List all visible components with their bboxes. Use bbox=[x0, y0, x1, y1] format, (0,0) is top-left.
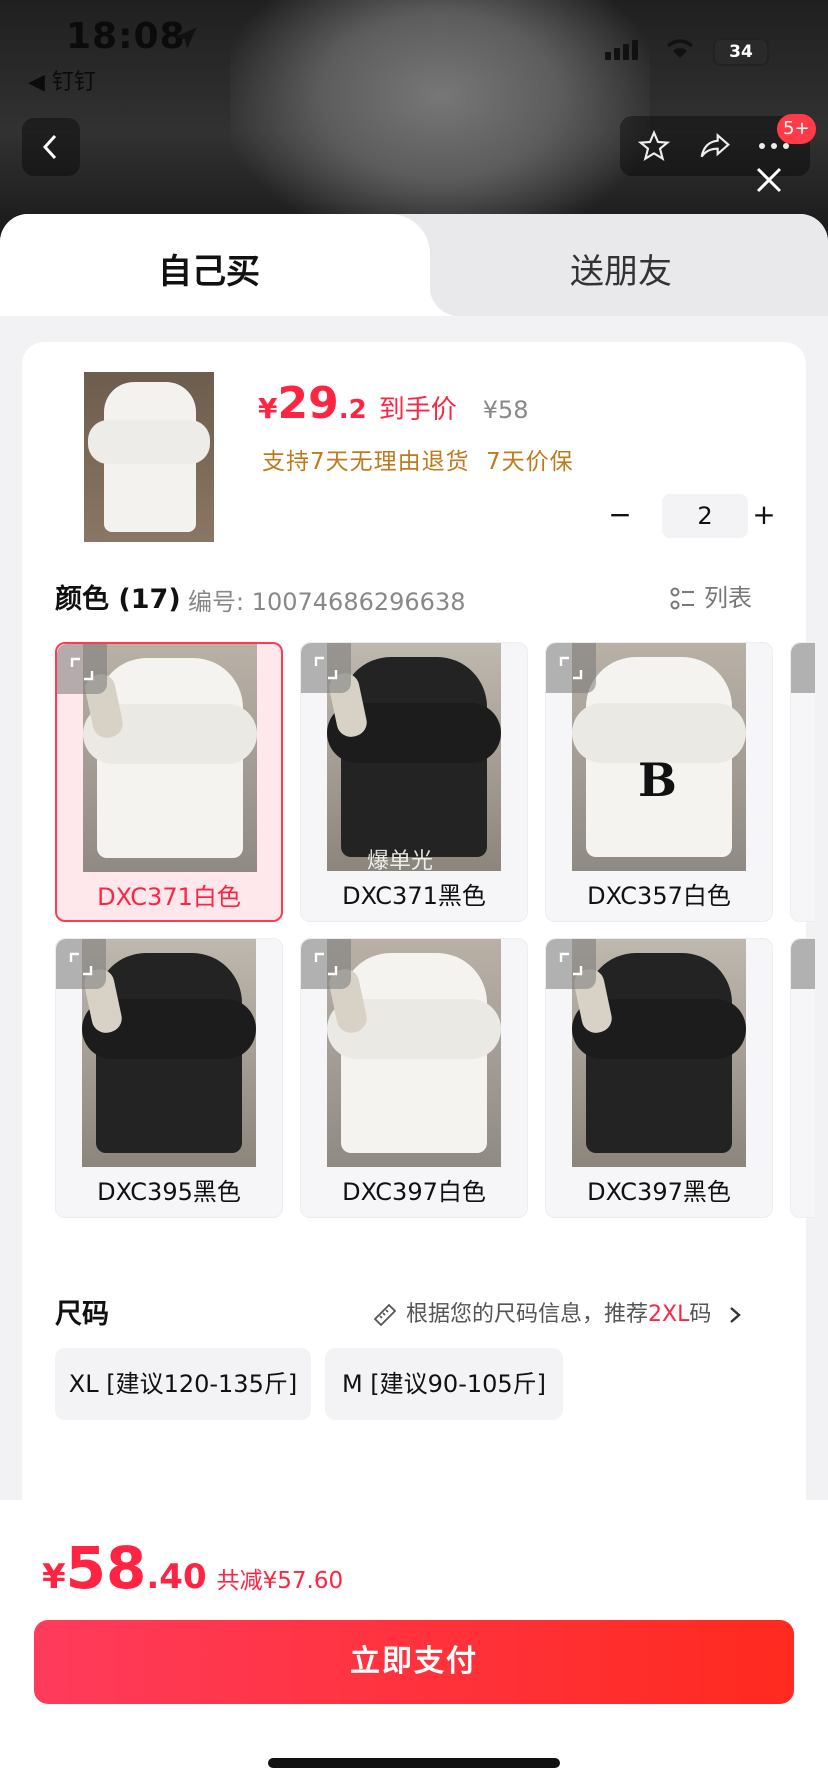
price-dec: .2 bbox=[338, 395, 367, 425]
color-option-partial[interactable] bbox=[790, 938, 815, 1218]
product-thumbnail[interactable] bbox=[84, 372, 214, 542]
color-option-label: DXC395黑色 bbox=[97, 1178, 241, 1206]
expand-icon[interactable] bbox=[546, 643, 596, 693]
expand-icon[interactable] bbox=[791, 939, 815, 989]
purchase-mode-tabs: 自己买 送朋友 bbox=[0, 214, 828, 316]
total-price: ¥58.40 共减¥57.60 bbox=[42, 1534, 343, 1602]
total-dec: .40 bbox=[146, 1557, 207, 1597]
home-indicator[interactable] bbox=[268, 1758, 560, 1768]
color-option-image: B bbox=[572, 643, 746, 871]
increase-button[interactable]: + bbox=[746, 496, 782, 536]
color-option-image bbox=[327, 643, 501, 871]
size-tip-prefix: 根据您的尺码信息，推荐 bbox=[406, 1302, 649, 1327]
service-promo: 支持7天无理由退货 7天价保 bbox=[262, 449, 574, 475]
color-option-dxc371-white[interactable]: DXC371白色 bbox=[55, 642, 283, 922]
close-icon[interactable] bbox=[752, 163, 786, 197]
back-button[interactable] bbox=[22, 118, 80, 176]
battery-indicator: 34 bbox=[713, 38, 769, 66]
message-count-badge: 5+ bbox=[777, 114, 816, 144]
location-arrow-icon bbox=[175, 27, 197, 49]
size-recommendation[interactable]: 根据您的尺码信息，推荐2XL码 bbox=[372, 1296, 750, 1328]
color-option-image bbox=[572, 939, 746, 1167]
color-option-image bbox=[327, 939, 501, 1167]
size-option-m[interactable]: M [建议90-105斤] bbox=[325, 1348, 563, 1420]
color-option-label: DXC371黑色 bbox=[342, 882, 486, 910]
expand-icon[interactable] bbox=[301, 939, 351, 989]
color-option-dxc371-black[interactable]: 爆单光 DXC371黑色 bbox=[300, 642, 528, 922]
ruler-icon bbox=[373, 1303, 397, 1327]
back-to-app-link[interactable]: ◀ 钉钉 bbox=[28, 64, 96, 96]
color-option-partial[interactable] bbox=[790, 642, 815, 922]
chevron-left-icon bbox=[42, 134, 57, 160]
star-favorite-icon[interactable] bbox=[638, 130, 670, 162]
price-label: 到手价 bbox=[378, 395, 457, 425]
expand-icon[interactable] bbox=[546, 939, 596, 989]
price-currency: ¥ bbox=[258, 392, 278, 425]
size-tip-highlight: 2XL bbox=[648, 1302, 690, 1327]
color-option-label: DXC357白色 bbox=[587, 882, 731, 910]
tab-self-buy-label[interactable]: 自己买 bbox=[158, 244, 260, 293]
more-dots-icon[interactable] bbox=[758, 142, 790, 150]
color-option-image bbox=[82, 939, 256, 1167]
color-options-grid: DXC371白色 爆单光 DXC371黑色 B DXC357白色 DXC395黑… bbox=[55, 642, 815, 1232]
expand-icon[interactable] bbox=[791, 643, 815, 693]
expand-icon[interactable] bbox=[301, 643, 351, 693]
color-option-label: DXC397黑色 bbox=[587, 1178, 731, 1206]
original-price: ¥58 bbox=[482, 396, 529, 424]
total-int: 58 bbox=[65, 1534, 147, 1602]
color-option-label: DXC397白色 bbox=[342, 1178, 486, 1206]
color-option-label: DXC371白色 bbox=[97, 883, 241, 911]
color-option-dxc397-white[interactable]: DXC397白色 bbox=[300, 938, 528, 1218]
color-option-dxc397-black[interactable]: DXC397黑色 bbox=[545, 938, 773, 1218]
list-view-toggle[interactable]: 列表 bbox=[670, 578, 752, 613]
cellular-signal-icon bbox=[605, 40, 641, 60]
color-option-dxc395-black[interactable]: DXC395黑色 bbox=[55, 938, 283, 1218]
list-toggle-label: 列表 bbox=[704, 584, 752, 612]
color-option-image bbox=[83, 644, 257, 872]
chevron-right-icon bbox=[730, 1307, 742, 1323]
status-bar: 18:08 ◀ 钉钉 34 bbox=[0, 0, 828, 100]
total-currency: ¥ bbox=[42, 1557, 66, 1597]
tab-gift-label[interactable]: 送朋友 bbox=[570, 244, 672, 293]
price-line: ¥29.2 到手价 ¥58 bbox=[258, 378, 529, 429]
quantity-stepper: − 2 + bbox=[602, 494, 782, 538]
quantity-field[interactable]: 2 bbox=[662, 494, 748, 538]
sku-card: ¥29.2 到手价 ¥58 支持7天无理由退货 7天价保 − 2 + 颜色 (17)… bbox=[22, 342, 815, 1522]
wifi-icon bbox=[666, 39, 694, 58]
expand-icon[interactable] bbox=[57, 644, 107, 694]
price-int: 29 bbox=[277, 378, 339, 429]
pay-now-button[interactable]: 立即支付 bbox=[34, 1620, 794, 1704]
list-icon bbox=[670, 587, 694, 610]
share-icon[interactable] bbox=[698, 130, 732, 162]
color-heading: 颜色 (17) bbox=[55, 584, 181, 615]
size-tip-suffix: 码 bbox=[689, 1302, 712, 1327]
size-heading: 尺码 bbox=[55, 1299, 109, 1330]
color-option-dxc357-white[interactable]: B DXC357白色 bbox=[545, 642, 773, 922]
expand-icon[interactable] bbox=[56, 939, 106, 989]
product-code: 编号: 10074686296638 bbox=[188, 588, 466, 616]
checkout-bar: ¥58.40 共减¥57.60 立即支付 bbox=[0, 1500, 828, 1792]
status-time: 18:08 bbox=[66, 16, 186, 57]
size-option-xl[interactable]: XL [建议120-135斤] bbox=[55, 1348, 311, 1420]
decrease-button[interactable]: − bbox=[602, 496, 638, 536]
total-saved: 共减¥57.60 bbox=[216, 1568, 344, 1594]
